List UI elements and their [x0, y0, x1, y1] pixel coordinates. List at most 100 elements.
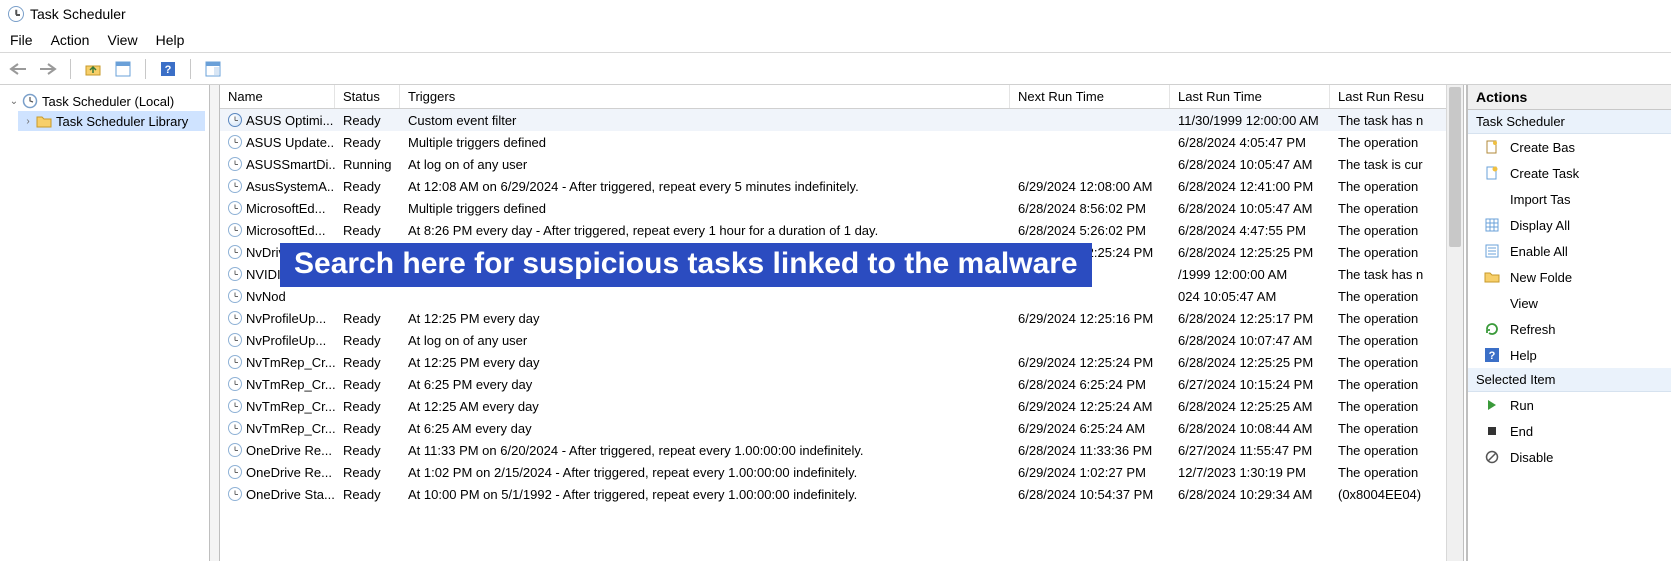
task-last-run: 6/28/2024 10:08:44 AM	[1170, 421, 1330, 436]
task-last-run: 024 10:05:47 AM	[1170, 289, 1330, 304]
action-label: End	[1510, 424, 1533, 439]
task-status: Ready	[335, 201, 400, 216]
table-row[interactable]: ASUS Update... Ready Multiple triggers d…	[220, 131, 1463, 153]
table-row[interactable]: ASUSSmartDi... Running At log on of any …	[220, 153, 1463, 175]
task-result: The operation	[1330, 355, 1463, 370]
task-trigger: At 12:25 PM every day	[400, 311, 1010, 326]
action-item[interactable]: Disable	[1468, 444, 1671, 470]
up-folder-button[interactable]	[81, 58, 105, 80]
task-last-run: 11/30/1999 12:00:00 AM	[1170, 113, 1330, 128]
table-row[interactable]: NvTmRep_Cr... Ready At 6:25 AM every day…	[220, 417, 1463, 439]
action-item[interactable]: View	[1468, 290, 1671, 316]
table-row[interactable]: MicrosoftEd... Ready Multiple triggers d…	[220, 197, 1463, 219]
doc-new-icon	[1484, 165, 1500, 181]
col-status[interactable]: Status	[335, 85, 400, 108]
table-row[interactable]: NvProfileUp... Ready At log on of any us…	[220, 329, 1463, 351]
col-next-run[interactable]: Next Run Time	[1010, 85, 1170, 108]
table-row[interactable]: NvNod 024 10:05:47 AM The operation	[220, 285, 1463, 307]
actions-title: Actions	[1468, 85, 1671, 110]
nav-back-button[interactable]	[6, 58, 30, 80]
task-status: Ready	[335, 399, 400, 414]
table-body: ASUS Optimi... Ready Custom event filter…	[220, 109, 1463, 505]
task-last-run: /1999 12:00:00 AM	[1170, 267, 1330, 282]
action-label: Help	[1510, 348, 1537, 363]
task-table: Name Status Triggers Next Run Time Last …	[220, 85, 1463, 561]
scrollbar-thumb[interactable]	[1449, 87, 1461, 247]
action-item[interactable]: Import Tas	[1468, 186, 1671, 212]
menu-help[interactable]: Help	[156, 32, 185, 48]
menu-action[interactable]: Action	[51, 32, 90, 48]
table-row[interactable]: OneDrive Re... Ready At 1:02 PM on 2/15/…	[220, 461, 1463, 483]
table-row[interactable]: NvTmRep_Cr... Ready At 6:25 PM every day…	[220, 373, 1463, 395]
list-icon	[1484, 243, 1500, 259]
task-status: Ready	[335, 333, 400, 348]
action-label: Disable	[1510, 450, 1553, 465]
task-trigger: Multiple triggers defined	[400, 201, 1010, 216]
task-name: OneDrive Re...	[246, 465, 332, 480]
table-row[interactable]: ASUS Optimi... Ready Custom event filter…	[220, 109, 1463, 131]
action-label: Run	[1510, 398, 1534, 413]
tree-root-label: Task Scheduler (Local)	[42, 94, 174, 109]
table-row[interactable]: NvTmRep_Cr... Ready At 12:25 PM every da…	[220, 351, 1463, 373]
task-next-run: 6/29/2024 12:25:24 AM	[1010, 399, 1170, 414]
task-result: The operation	[1330, 179, 1463, 194]
task-icon	[228, 311, 242, 325]
task-result: The task is cur	[1330, 157, 1463, 172]
menu-file[interactable]: File	[10, 32, 33, 48]
help-button[interactable]: ?	[156, 58, 180, 80]
menu-view[interactable]: View	[107, 32, 137, 48]
action-item[interactable]: ?Help	[1468, 342, 1671, 368]
task-name: OneDrive Re...	[246, 443, 332, 458]
grid-icon	[1484, 217, 1500, 233]
action-item[interactable]: Create Task	[1468, 160, 1671, 186]
task-icon	[228, 333, 242, 347]
task-last-run: 6/28/2024 10:29:34 AM	[1170, 487, 1330, 502]
col-last-result[interactable]: Last Run Resu	[1330, 85, 1463, 108]
tree-root[interactable]: ⌄ Task Scheduler (Local)	[4, 91, 205, 111]
task-icon	[228, 355, 242, 369]
table-row[interactable]: AsusSystemA... Ready At 12:08 AM on 6/29…	[220, 175, 1463, 197]
task-name: ASUSSmartDi...	[246, 157, 335, 172]
task-trigger: At 12:25 AM every day	[400, 399, 1010, 414]
action-item[interactable]: Create Bas	[1468, 134, 1671, 160]
task-last-run: 12/7/2023 1:30:19 PM	[1170, 465, 1330, 480]
toolbar: ?	[0, 53, 1671, 85]
table-row[interactable]: OneDrive Re... Ready At 11:33 PM on 6/20…	[220, 439, 1463, 461]
task-trigger: At log on of any user	[400, 333, 1010, 348]
action-item[interactable]: Display All	[1468, 212, 1671, 238]
task-name: NvTmRep_Cr...	[246, 399, 335, 414]
task-next-run: 6/29/2024 12:08:00 AM	[1010, 179, 1170, 194]
action-item[interactable]: Run	[1468, 392, 1671, 418]
col-name[interactable]: Name	[220, 85, 335, 108]
window-title: Task Scheduler	[30, 6, 126, 22]
task-trigger: At 8:26 PM every day - After triggered, …	[400, 223, 1010, 238]
action-item[interactable]: New Folde	[1468, 264, 1671, 290]
col-last-run[interactable]: Last Run Time	[1170, 85, 1330, 108]
task-result: (0x8004EE04)	[1330, 487, 1463, 502]
task-result: The operation	[1330, 399, 1463, 414]
task-name: NvTmRep_Cr...	[246, 355, 335, 370]
tree-library[interactable]: › Task Scheduler Library	[18, 111, 205, 131]
action-item[interactable]: Enable All	[1468, 238, 1671, 264]
task-name: AsusSystemA...	[246, 179, 335, 194]
action-item[interactable]: End	[1468, 418, 1671, 444]
expand-icon[interactable]: ›	[22, 116, 34, 127]
table-row[interactable]: OneDrive Sta... Ready At 10:00 PM on 5/1…	[220, 483, 1463, 505]
properties-button[interactable]	[111, 58, 135, 80]
task-icon	[228, 223, 242, 237]
tree-pane: ⌄ Task Scheduler (Local) › Task Schedule…	[0, 85, 210, 561]
table-row[interactable]: NvTmRep_Cr... Ready At 12:25 AM every da…	[220, 395, 1463, 417]
actions-section-selected: Selected Item	[1468, 368, 1671, 392]
table-row[interactable]: MicrosoftEd... Ready At 8:26 PM every da…	[220, 219, 1463, 241]
expand-icon[interactable]: ⌄	[8, 96, 20, 107]
action-item[interactable]: Refresh	[1468, 316, 1671, 342]
col-triggers[interactable]: Triggers	[400, 85, 1010, 108]
table-row[interactable]: NvProfileUp... Ready At 12:25 PM every d…	[220, 307, 1463, 329]
vertical-scrollbar[interactable]	[1446, 85, 1463, 561]
show-hide-button[interactable]	[201, 58, 225, 80]
nav-forward-button[interactable]	[36, 58, 60, 80]
task-trigger: Multiple triggers defined	[400, 135, 1010, 150]
task-status: Ready	[335, 135, 400, 150]
task-last-run: 6/28/2024 10:05:47 AM	[1170, 201, 1330, 216]
task-trigger: Custom event filter	[400, 113, 1010, 128]
